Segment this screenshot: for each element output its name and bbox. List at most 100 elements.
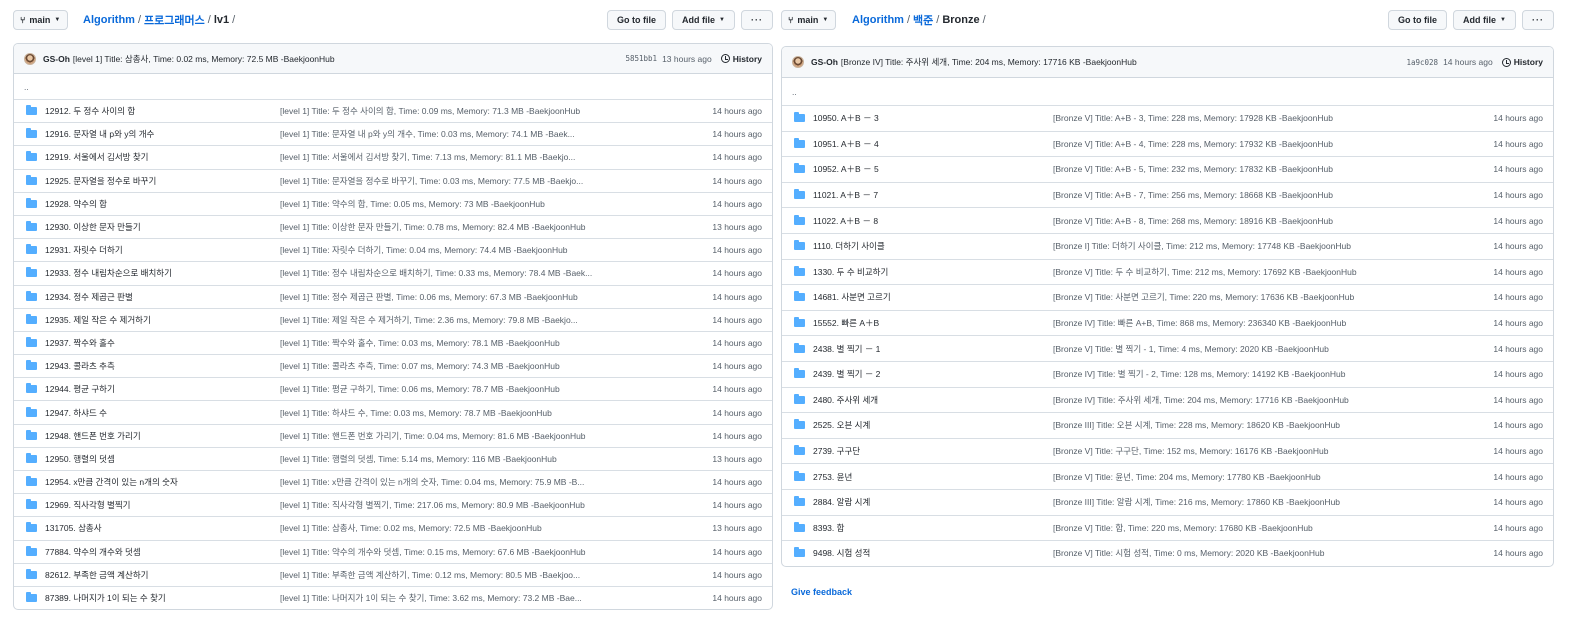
table-row[interactable]: 12950. 행렬의 덧셈 [level 1] Title: 행렬의 덧셈, Ti… [14, 446, 772, 470]
commit-message-link[interactable]: [Bronze I] Title: 더하기 사이클, Time: 212 ms,… [1053, 240, 1383, 252]
folder-name-link[interactable]: 12919. 서울에서 김서방 찾기 [45, 151, 280, 163]
table-row[interactable]: 12916. 문자열 내 p와 y의 개수 [level 1] Title: 문자… [14, 122, 772, 145]
folder-name-link[interactable]: 2438. 별 찍기 － 1 [813, 343, 1053, 355]
commit-message-link[interactable]: [level 1] Title: 하샤드 수, Time: 0.03 ms, M… [280, 407, 595, 419]
folder-name-link[interactable]: 8393. 합 [813, 522, 1053, 534]
commit-message-link[interactable]: [level 1] Title: 문자열 내 p와 y의 개수, Time: 0… [280, 128, 595, 140]
folder-name-link[interactable]: 9498. 시험 성적 [813, 547, 1053, 559]
table-row[interactable]: 12969. 직사각형 별찍기 [level 1] Title: 직사각형 별찍기… [14, 493, 772, 516]
table-row[interactable]: 12930. 이상한 문자 만들기 [level 1] Title: 이상한 문자… [14, 214, 772, 238]
commit-message-link[interactable]: [level 1] Title: 평균 구하기, Time: 0.06 ms, … [280, 383, 595, 395]
table-row[interactable]: 14681. 사분면 고르기 [Bronze V] Title: 사분면 고르기,… [782, 284, 1553, 310]
add-file-button[interactable]: Add file ▼ [1453, 10, 1516, 30]
table-row[interactable]: 8393. 합 [Bronze V] Title: 합, Time: 220 ms… [782, 514, 1553, 541]
commit-message-link[interactable]: [Bronze V] Title: 시험 성적, Time: 0 ms, Mem… [1053, 547, 1383, 559]
folder-name-link[interactable]: 87389. 나머지가 1이 되는 수 찾기 [45, 592, 280, 604]
commit-message-link[interactable]: [level 1] Title: 삼총사, Time: 0.02 ms, Mem… [280, 522, 595, 534]
table-row[interactable]: 1110. 더하기 사이클 [Bronze I] Title: 더하기 사이클, … [782, 232, 1553, 259]
table-row[interactable]: 2739. 구구단 [Bronze V] Title: 구구단, Time: 15… [782, 437, 1553, 464]
table-row[interactable]: 12933. 정수 내림차순으로 배치하기 [level 1] Title: 정수… [14, 261, 772, 284]
folder-name-link[interactable]: 1110. 더하기 사이클 [813, 240, 1053, 252]
more-options-button[interactable]: ··· [1522, 10, 1554, 30]
commit-message[interactable]: [level 1] Title: 삼총사, Time: 0.02 ms, Mem… [73, 53, 626, 65]
go-to-file-button[interactable]: Go to file [1388, 10, 1448, 30]
folder-name-link[interactable]: 12928. 약수의 합 [45, 198, 280, 210]
folder-name-link[interactable]: 2439. 별 찍기 － 2 [813, 368, 1053, 380]
commit-message-link[interactable]: [level 1] Title: 서울에서 김서방 찾기, Time: 7.13… [280, 151, 595, 163]
commit-message-link[interactable]: [level 1] Title: 문자열을 정수로 바꾸기, Time: 0.0… [280, 175, 595, 187]
table-row[interactable]: 87389. 나머지가 1이 되는 수 찾기 [level 1] Title: 나… [14, 585, 772, 609]
commit-message-link[interactable]: [Bronze V] Title: A+B - 5, Time: 232 ms,… [1053, 164, 1383, 174]
parent-directory-link[interactable]: .. [14, 74, 772, 99]
table-row[interactable]: 82612. 부족한 금액 계산하기 [level 1] Title: 부족한 금… [14, 562, 772, 586]
commit-message-link[interactable]: [level 1] Title: 부족한 금액 계산하기, Time: 0.12… [280, 569, 595, 581]
table-row[interactable]: 1330. 두 수 비교하기 [Bronze V] Title: 두 수 비교하기… [782, 258, 1553, 285]
folder-name-link[interactable]: 12912. 두 정수 사이의 합 [45, 105, 280, 117]
table-row[interactable]: 131705. 삼총사 [level 1] Title: 삼총사, Time: 0… [14, 516, 772, 539]
table-row[interactable]: 12919. 서울에서 김서방 찾기 [level 1] Title: 서울에서 … [14, 145, 772, 168]
table-row[interactable]: 2439. 별 찍기 － 2 [Bronze IV] Title: 별 찍기 - … [782, 360, 1553, 387]
commit-message-link[interactable]: [Bronze V] Title: A+B - 7, Time: 256 ms,… [1053, 190, 1383, 200]
folder-name-link[interactable]: 2480. 주사위 세개 [813, 394, 1053, 406]
table-row[interactable]: 12931. 자릿수 더하기 [level 1] Title: 자릿수 더하기, … [14, 238, 772, 261]
avatar[interactable] [792, 56, 804, 68]
history-link[interactable]: History [720, 54, 762, 64]
commit-message-link[interactable]: [level 1] Title: 직사각형 별찍기, Time: 217.06 … [280, 499, 595, 511]
commit-message-link[interactable]: [Bronze V] Title: 합, Time: 220 ms, Memor… [1053, 522, 1383, 534]
folder-name-link[interactable]: 1330. 두 수 비교하기 [813, 266, 1053, 278]
commit-message-link[interactable]: [Bronze IV] Title: 빠른 A+B, Time: 868 ms,… [1053, 317, 1383, 329]
folder-name-link[interactable]: 10952. A＋B － 5 [813, 163, 1053, 175]
commit-message-link[interactable]: [level 1] Title: 핸드폰 번호 가리기, Time: 0.04 … [280, 430, 595, 442]
commit-message-link[interactable]: [level 1] Title: 두 정수 사이의 합, Time: 0.09 … [280, 105, 595, 117]
folder-name-link[interactable]: 11022. A＋B － 8 [813, 215, 1053, 227]
commit-message-link[interactable]: [level 1] Title: x만큼 간격이 있는 n개의 숫자, Time… [280, 476, 595, 488]
breadcrumb-repo[interactable]: Algorithm [83, 14, 135, 26]
table-row[interactable]: 12934. 정수 제곱근 판별 [level 1] Title: 정수 제곱근 … [14, 284, 772, 308]
folder-name-link[interactable]: 2753. 윤년 [813, 471, 1053, 483]
table-row[interactable]: 2753. 윤년 [Bronze V] Title: 윤년, Time: 204 … [782, 463, 1553, 489]
commit-author[interactable]: GS-Oh [43, 54, 70, 64]
avatar[interactable] [24, 52, 36, 65]
commit-message-link[interactable]: [Bronze V] Title: 윤년, Time: 204 ms, Memo… [1053, 471, 1383, 483]
commit-message-link[interactable]: [Bronze IV] Title: 주사위 세개, Time: 204 ms,… [1053, 394, 1383, 406]
table-row[interactable]: 12928. 약수의 합 [level 1] Title: 약수의 합, Time… [14, 191, 772, 215]
commit-message-link[interactable]: [level 1] Title: 짝수와 홀수, Time: 0.03 ms, … [280, 337, 595, 349]
folder-name-link[interactable]: 12925. 문자열을 정수로 바꾸기 [45, 175, 280, 187]
table-row[interactable]: 12937. 짝수와 홀수 [level 1] Title: 짝수와 홀수, Ti… [14, 330, 772, 354]
table-row[interactable]: 2525. 오븐 시계 [Bronze III] Title: 오븐 시계, Ti… [782, 412, 1553, 438]
folder-name-link[interactable]: 12948. 핸드폰 번호 가리기 [45, 430, 280, 442]
give-feedback-link[interactable]: Give feedback [791, 587, 852, 597]
table-row[interactable]: 9498. 시험 성적 [Bronze V] Title: 시험 성적, Time… [782, 540, 1553, 566]
commit-message-link[interactable]: [Bronze III] Title: 알람 시계, Time: 216 ms,… [1053, 496, 1383, 508]
folder-name-link[interactable]: 12943. 콜라츠 추측 [45, 360, 280, 372]
folder-name-link[interactable]: 10950. A＋B － 3 [813, 112, 1053, 124]
folder-name-link[interactable]: 12934. 정수 제곱근 판별 [45, 291, 280, 303]
commit-message-link[interactable]: [Bronze V] Title: 별 찍기 - 1, Time: 4 ms, … [1053, 343, 1383, 355]
branch-selector[interactable]: ⑂ main ▼ [13, 10, 69, 30]
table-row[interactable]: 12954. x만큼 간격이 있는 n개의 숫자 [level 1] Title:… [14, 470, 772, 493]
commit-message-link[interactable]: [level 1] Title: 정수 제곱근 판별, Time: 0.06 m… [280, 291, 595, 303]
commit-message-link[interactable]: [level 1] Title: 행렬의 덧셈, Time: 5.14 ms, … [280, 453, 595, 465]
folder-name-link[interactable]: 2739. 구구단 [813, 445, 1053, 457]
history-link[interactable]: History [1501, 57, 1543, 67]
commit-message-link[interactable]: [level 1] Title: 이상한 문자 만들기, Time: 0.78 … [280, 221, 595, 233]
table-row[interactable]: 10950. A＋B － 3 [Bronze V] Title: A+B - 3,… [782, 105, 1553, 131]
table-row[interactable]: 2480. 주사위 세개 [Bronze IV] Title: 주사위 세개, T… [782, 386, 1553, 413]
commit-message-link[interactable]: [level 1] Title: 약수의 합, Time: 0.05 ms, M… [280, 198, 595, 210]
table-row[interactable]: 77884. 약수의 개수와 덧셈 [level 1] Title: 약수의 개수… [14, 539, 772, 563]
table-row[interactable]: 10952. A＋B － 5 [Bronze V] Title: A+B - 5,… [782, 156, 1553, 182]
commit-message-link[interactable]: [Bronze V] Title: 두 수 비교하기, Time: 212 ms… [1053, 266, 1383, 278]
commit-message-link[interactable]: [level 1] Title: 나머지가 1이 되는 수 찾기, Time: … [280, 592, 595, 604]
more-options-button[interactable]: ··· [741, 10, 773, 30]
folder-name-link[interactable]: 2884. 알람 시계 [813, 496, 1053, 508]
folder-name-link[interactable]: 131705. 삼총사 [45, 522, 280, 534]
commit-message-link[interactable]: [level 1] Title: 콜라츠 추측, Time: 0.07 ms, … [280, 360, 595, 372]
commit-sha[interactable]: 1a9c028 [1406, 58, 1438, 67]
commit-message-link[interactable]: [Bronze III] Title: 오븐 시계, Time: 228 ms,… [1053, 419, 1383, 431]
folder-name-link[interactable]: 12916. 문자열 내 p와 y의 개수 [45, 128, 280, 140]
commit-message-link[interactable]: [level 1] Title: 정수 내림차순으로 배치하기, Time: 0… [280, 267, 595, 279]
commit-message-link[interactable]: [Bronze V] Title: 사분면 고르기, Time: 220 ms,… [1053, 291, 1383, 303]
go-to-file-button[interactable]: Go to file [607, 10, 667, 30]
folder-name-link[interactable]: 12944. 평균 구하기 [45, 383, 280, 395]
commit-message-link[interactable]: [Bronze V] Title: A+B - 3, Time: 228 ms,… [1053, 113, 1383, 123]
